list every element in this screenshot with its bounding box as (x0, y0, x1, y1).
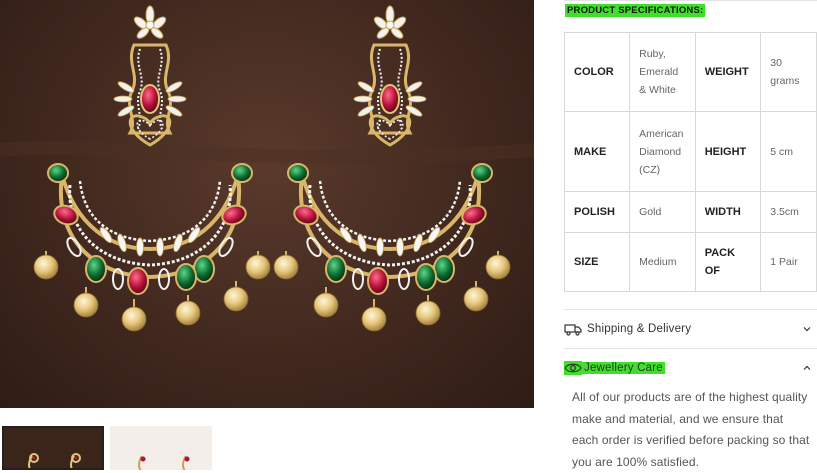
eye-icon (564, 361, 582, 375)
thumbnail-2[interactable] (110, 426, 212, 470)
product-main-image[interactable] (0, 0, 534, 408)
specifications-heading: PRODUCT SPECIFICATIONS: (565, 4, 706, 17)
spec-label: HEIGHT (694, 111, 762, 192)
thumbnail-earrings-icon (138, 455, 190, 470)
spec-value: Ruby, Emerald & White (629, 32, 696, 112)
spec-value: Medium (629, 232, 696, 292)
spec-label: PACK OF (694, 232, 762, 292)
table-row: MAKE American Diamond (CZ) HEIGHT 5 cm (563, 111, 817, 192)
truck-icon (564, 324, 582, 336)
spec-label: MAKE (563, 111, 631, 192)
accordion-header[interactable]: Jewellery Care (564, 349, 817, 387)
table-row: COLOR Ruby, Emerald & White WEIGHT 30 gr… (563, 32, 817, 112)
spec-value: 1 Pair (760, 232, 817, 292)
divider (564, 0, 817, 1)
accordion-label: Jewellery Care (582, 362, 665, 374)
chevron-up-icon[interactable] (801, 362, 813, 374)
spec-value: Gold (629, 191, 696, 233)
jewellery-care-text: All of our products are of the highest q… (572, 390, 810, 469)
thumbnail-earrings-icon (28, 453, 81, 468)
table-row: POLISH Gold WIDTH 3.5cm (563, 191, 817, 233)
spec-value: 3.5cm (760, 191, 817, 233)
earrings-illustration (0, 4, 534, 333)
spec-label: WIDTH (694, 191, 762, 233)
spec-value: 30 grams (760, 32, 817, 112)
thumbnail-1[interactable] (2, 426, 104, 470)
chevron-down-icon[interactable] (801, 323, 813, 335)
spec-label: POLISH (563, 191, 631, 233)
accordion-jewellery-care[interactable]: Jewellery Care All of our products are o… (564, 349, 817, 470)
spec-label: WEIGHT (694, 32, 762, 112)
spec-value: 5 cm (760, 111, 817, 192)
product-details-panel: PRODUCT SPECIFICATIONS: COLOR Ruby, Emer… (563, 0, 817, 470)
spec-label: COLOR (563, 32, 631, 112)
spec-value: American Diamond (CZ) (629, 111, 696, 192)
specifications-table: COLOR Ruby, Emerald & White WEIGHT 30 gr… (563, 32, 817, 292)
table-row: SIZE Medium PACK OF 1 Pair (563, 232, 817, 292)
accordion-shipping-delivery[interactable]: Shipping & Delivery (564, 309, 817, 349)
accordion-label: Shipping & Delivery (587, 323, 692, 335)
spec-label: SIZE (563, 232, 631, 292)
accordion-header[interactable]: Shipping & Delivery (564, 310, 817, 348)
